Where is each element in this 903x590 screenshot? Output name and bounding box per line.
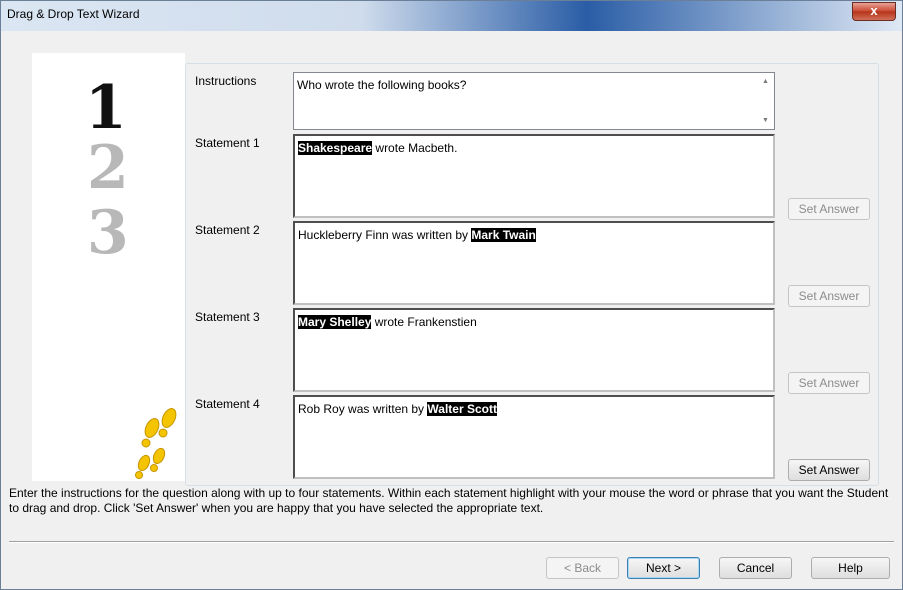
wizard-client-area: 1 2 3 Instructions Who wrote the followi… [7, 31, 896, 585]
statement-3-answer-highlight[interactable]: Mary Shelley [298, 315, 372, 329]
footer-separator [9, 541, 894, 543]
instructions-text: Who wrote the following books? [297, 78, 467, 92]
scroll-up-arrow-icon[interactable]: ▲ [762, 78, 769, 85]
statement-4-text-before: Rob Roy was written by [298, 402, 428, 416]
cancel-button[interactable]: Cancel [719, 557, 792, 579]
instructions-label: Instructions [195, 74, 257, 88]
next-button[interactable]: Next > [627, 557, 700, 579]
instructions-textarea[interactable]: Who wrote the following books? ▲ ▼ [293, 72, 775, 130]
wizard-window: Drag & Drop Text Wizard x 1 2 3 Instruct… [0, 0, 903, 590]
statement-3-textarea[interactable]: Mary Shelley wrote Frankenstien [293, 308, 775, 392]
statement-2-textarea[interactable]: Huckleberry Finn was written by Mark Twa… [293, 221, 775, 305]
scroll-down-arrow-icon[interactable]: ▼ [762, 117, 769, 124]
statement-4-answer-highlight[interactable]: Walter Scott [427, 402, 497, 416]
set-answer-button-1[interactable]: Set Answer [788, 198, 870, 220]
help-description: Enter the instructions for the question … [9, 486, 889, 515]
question-group-box: Instructions Who wrote the following boo… [185, 63, 879, 486]
title-bar[interactable]: Drag & Drop Text Wizard x [1, 1, 902, 31]
instructions-scrollbar[interactable]: ▲ ▼ [757, 73, 774, 129]
statement-1-text-after: wrote Macbeth. [372, 141, 458, 155]
statement-3-text-after: wrote Frankenstien [371, 315, 477, 329]
step-graphic-panel: 1 2 3 [32, 53, 185, 481]
statement-2-label: Statement 2 [195, 223, 260, 237]
statement-3-label: Statement 3 [195, 310, 260, 324]
footsteps-icon [135, 408, 177, 479]
statement-2-answer-highlight[interactable]: Mark Twain [471, 228, 536, 242]
statement-4-label: Statement 4 [195, 397, 260, 411]
window-title: Drag & Drop Text Wizard [7, 7, 140, 21]
statement-1-answer-highlight[interactable]: Shakespeare [298, 141, 373, 155]
close-button[interactable]: x [852, 2, 896, 21]
statement-2-text-before: Huckleberry Finn was written by [298, 228, 472, 242]
step-number-3: 3 [87, 198, 129, 268]
help-button[interactable]: Help [811, 557, 890, 579]
statement-1-label: Statement 1 [195, 136, 260, 150]
set-answer-button-2[interactable]: Set Answer [788, 285, 870, 307]
back-button[interactable]: < Back [546, 557, 619, 579]
set-answer-button-4[interactable]: Set Answer [788, 459, 870, 481]
statement-1-textarea[interactable]: Shakespeare wrote Macbeth. [293, 134, 775, 218]
statement-4-textarea[interactable]: Rob Roy was written by Walter Scott [293, 395, 775, 479]
step-number-2: 2 [87, 133, 129, 203]
set-answer-button-3[interactable]: Set Answer [788, 372, 870, 394]
